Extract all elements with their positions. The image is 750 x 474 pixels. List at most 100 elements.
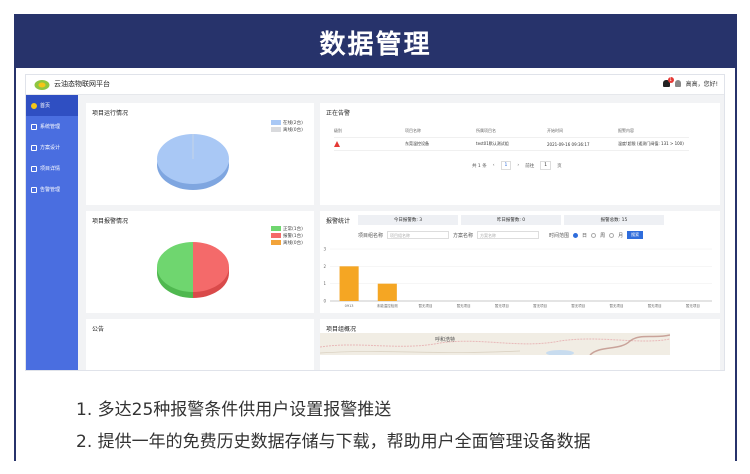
radio-label: 日 (582, 232, 588, 239)
promo-frame: 数据管理 云油态物联网平台 1 高高，您好! 首页 系统管理 方案设计 项目详情… (14, 14, 737, 461)
stat-cards: 今日报警数: 3 昨日报警数: 0 报警总数: 15 (358, 215, 664, 225)
legend-item: 离线(0台) (271, 239, 303, 246)
legend-swatch (271, 120, 281, 125)
goto-label: 前往 (525, 163, 535, 169)
sidebar-item-home[interactable]: 首页 (26, 95, 78, 116)
notice-panel: 公告 (86, 319, 314, 370)
online-pie-chart (157, 134, 229, 190)
range-radio-month[interactable] (609, 232, 615, 238)
project-map-panel: 项目组概况 呼和浩特 (320, 319, 720, 370)
legend-swatch (271, 233, 281, 238)
app-screenshot: 云油态物联网平台 1 高高，您好! 首页 系统管理 方案设计 项目详情 告警管理… (25, 74, 725, 371)
bell-icon[interactable]: 1 (662, 77, 674, 87)
page-number[interactable]: 1 (500, 161, 512, 170)
x-tick-label: 暂无项目 (648, 303, 662, 308)
column-header: 报警内容 (618, 128, 634, 133)
sidebar-item-label: 首页 (40, 103, 51, 109)
prev-page-icon[interactable]: ‹ (493, 163, 495, 168)
x-tick-label: 暂无项目 (610, 303, 624, 308)
project-map[interactable]: 呼和浩特 (320, 333, 670, 355)
radio-label: 周 (600, 232, 606, 239)
project-status-panel: 项目运行情况 在线(2台) 离线(0台) (86, 103, 314, 205)
warning-icon (334, 140, 340, 147)
x-tick-label: 暂无项目 (533, 303, 547, 308)
sidebar-item-system[interactable]: 系统管理 (26, 116, 78, 137)
filter-label: 时间范围 (549, 232, 570, 239)
status-legend: 在线(2台) 离线(0台) (271, 119, 303, 133)
filter-label: 项目组名称 (358, 232, 384, 239)
notify-badge: 1 (667, 77, 674, 83)
project-select[interactable]: 项目组名称 (387, 231, 450, 239)
sidebar-item-label: 方案设计 (40, 145, 61, 151)
sidebar-item-label: 告警管理 (40, 187, 61, 193)
bar-1 (377, 283, 397, 301)
design-icon (31, 144, 37, 151)
map-place-label: 呼和浩特 (435, 337, 456, 343)
alarm-stats-panel: 报警统计 今日报警数: 3 昨日报警数: 0 报警总数: 15 项目组名称 项目… (320, 211, 720, 313)
pagination: 共 1 条 ‹ 1 › 前往 1 页 (472, 161, 562, 170)
radio-label: 月 (618, 232, 624, 239)
y-tick-label: 3 (323, 247, 326, 252)
column-header: 项目名称 (405, 128, 421, 133)
range-radio-week[interactable] (591, 232, 597, 238)
alarm-legend: 正常(1台) 报警(1台) 离线(0台) (271, 225, 303, 246)
x-tick-label: 0913 (345, 304, 354, 308)
legend-swatch (271, 226, 281, 231)
user-area: 1 高高，您好! (662, 77, 718, 88)
goto-input[interactable]: 1 (540, 161, 552, 170)
panel-title: 项目报警情况 (92, 218, 129, 225)
column-header: 级别 (334, 128, 342, 133)
panel-title: 公告 (92, 326, 105, 333)
stat-card-total: 报警总数: 15 (564, 215, 664, 225)
alarm-icon (31, 186, 37, 193)
next-page-icon[interactable]: › (517, 163, 519, 168)
sidebar-item-design[interactable]: 方案设计 (26, 137, 78, 158)
legend-item: 离线(0台) (271, 126, 303, 133)
table-cell: 东莞温控设备 (405, 141, 429, 146)
stat-card-yesterday: 昨日报警数: 0 (461, 215, 561, 225)
y-tick-label: 0 (323, 299, 326, 304)
search-button[interactable]: 搜索 (627, 231, 644, 239)
table-header: 级别 项目名称 所属项目名 开始时间 报警内容 (334, 125, 689, 138)
alarm-table: 级别 项目名称 所属项目名 开始时间 报警内容 东莞温控设备 test01默认测… (334, 125, 689, 151)
bar-0 (339, 266, 359, 301)
y-tick-label: 1 (323, 281, 326, 286)
user-icon (31, 123, 37, 130)
total-count: 共 1 条 (472, 163, 487, 169)
x-tick-label: 暂无项目 (419, 303, 433, 308)
panel-title: 正在告警 (326, 110, 351, 117)
user-icon (674, 80, 681, 87)
project-alarm-panel: 项目报警情况 正常(1台) 报警(1台) 离线(0台) (86, 211, 314, 313)
top-bar: 云油态物联网平台 1 高高，您好! (26, 75, 724, 95)
scheme-select[interactable]: 方案名称 (477, 231, 540, 239)
user-greeting[interactable]: 高高，您好! (686, 79, 718, 88)
feature-list: 1. 多达25种报警条件供用户设置报警推送 2. 提供一年的免费历史数据存储与下… (16, 371, 735, 461)
alarm-level-cell (334, 140, 405, 148)
alarm-bar-chart: 3 2 1 0 0913 未能温控检测 暂无项目 暂无项目 暂无项目 暂无项目 暂无项目 暂无项目 暂无… (323, 247, 712, 308)
banner-title: 数据管理 (16, 16, 735, 68)
legend-item: 在线(2台) (271, 119, 303, 126)
project-icon (31, 165, 37, 172)
legend-swatch (271, 240, 281, 245)
x-tick-label: 暂无项目 (571, 303, 585, 308)
table-row[interactable]: 东莞温控设备 test01默认测试组 2021-09-16 09:36:17 温… (334, 138, 689, 151)
table-cell: test01默认测试组 (476, 141, 509, 146)
alarm-list-panel: 正在告警 级别 项目名称 所属项目名 开始时间 报警内容 东莞温控设备 test… (320, 103, 720, 205)
legend-item: 正常(1台) (271, 225, 303, 232)
x-tick-label: 暂无项目 (686, 303, 700, 308)
sidebar-item-alarm[interactable]: 告警管理 (26, 179, 78, 200)
range-radio-day[interactable] (573, 232, 579, 238)
legend-swatch (271, 127, 281, 132)
table-cell: 2021-09-16 09:36:17 (547, 141, 590, 147)
legend-item: 报警(1台) (271, 232, 303, 239)
sidebar-item-project[interactable]: 项目详情 (26, 158, 78, 179)
feature-line-2: 2. 提供一年的免费历史数据存储与下载，帮助用户全面管理设备数据 (76, 432, 591, 452)
y-tick-label: 2 (323, 264, 326, 269)
panel-title: 报警统计 (326, 218, 351, 225)
x-tick-label: 暂无项目 (457, 303, 471, 308)
feature-line-1: 1. 多达25种报警条件供用户设置报警推送 (76, 400, 392, 420)
brand-logo-icon (34, 80, 50, 90)
filter-bar: 项目组名称 项目组名称 方案名称 方案名称 时间范围 日 周 月 搜索 (358, 231, 644, 239)
sidebar-item-label: 系统管理 (40, 124, 61, 130)
column-header: 开始时间 (547, 128, 563, 133)
